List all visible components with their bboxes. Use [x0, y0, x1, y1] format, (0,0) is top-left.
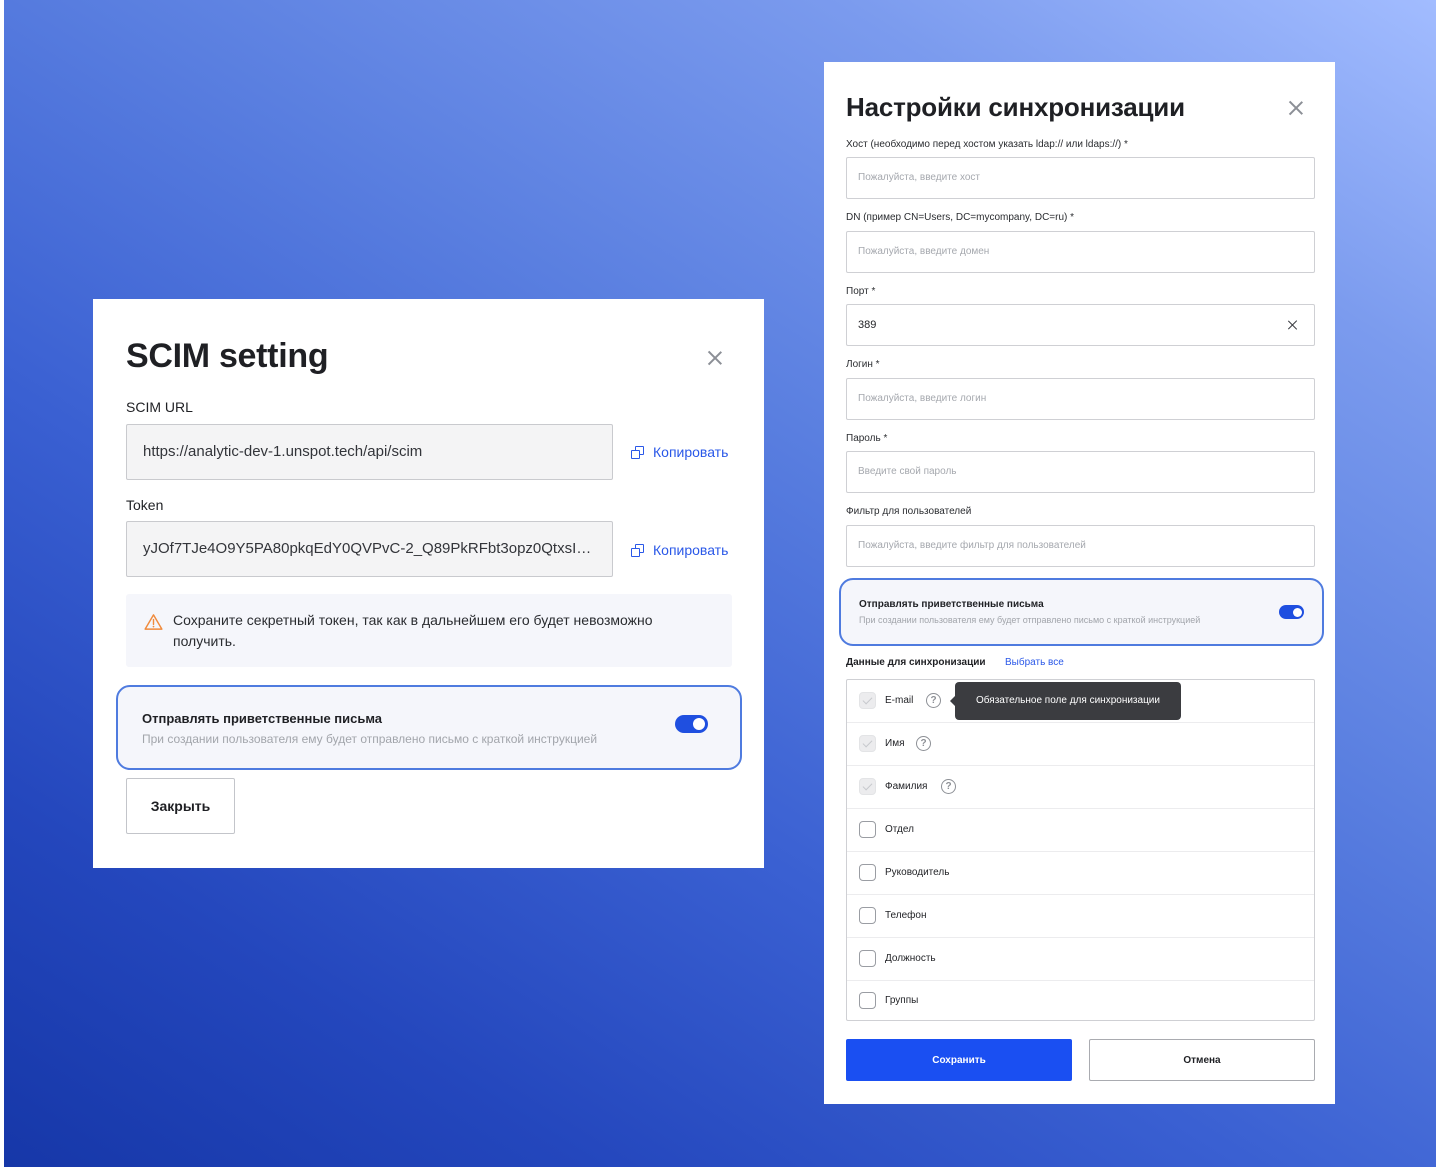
welcome-emails-option: Отправлять приветственные письма При соз… [116, 685, 742, 770]
close-button[interactable]: Закрыть [126, 778, 235, 834]
clear-icon[interactable] [1288, 320, 1298, 330]
manager-checkbox[interactable] [859, 864, 876, 881]
port-value: 389 [858, 319, 877, 331]
close-icon[interactable] [707, 350, 723, 366]
scim-url-field[interactable]: https://analytic-dev-1.unspot.tech/api/s… [126, 424, 613, 480]
department-checkbox[interactable] [859, 821, 876, 838]
host-input[interactable]: Пожалуйста, введите хост [846, 157, 1315, 199]
warning-icon [144, 614, 163, 630]
dn-input[interactable]: Пожалуйста, введите домен [846, 231, 1315, 273]
close-icon[interactable] [1288, 100, 1304, 116]
host-label: Хост (необходимо перед хостом указать ld… [846, 139, 1128, 150]
login-label: Логин * [846, 359, 880, 370]
checkbox-label: Имя [885, 738, 905, 749]
list-item: Группы [847, 980, 1314, 1023]
checkbox-label: Отдел [885, 824, 914, 835]
welcome-emails-title: Отправлять приветственные письма [859, 599, 1044, 610]
token-label: Token [126, 497, 164, 513]
scim-url-label: SCIM URL [126, 399, 193, 415]
checkbox-label: Руководитель [885, 867, 950, 878]
list-item: Должность [847, 938, 1314, 981]
checkbox-label: Фамилия [885, 781, 928, 792]
list-item: Телефон [847, 895, 1314, 938]
checkbox-label: Группы [885, 995, 919, 1006]
copy-url-label: Копировать [653, 444, 729, 460]
position-checkbox[interactable] [859, 950, 876, 967]
warning-text: Сохраните секретный токен, так как в дал… [173, 612, 653, 649]
copy-token-button[interactable]: Копировать [631, 542, 728, 558]
welcome-emails-subtitle: При создании пользователя ему будет отпр… [859, 615, 1201, 625]
required-field-tooltip: Обязательное поле для синхронизации [950, 682, 1181, 720]
help-icon[interactable]: ? [916, 736, 931, 751]
user-filter-input[interactable]: Пожалуйста, введите фильтр для пользоват… [846, 525, 1315, 567]
dn-label: DN (пример CN=Users, DC=mycompany, DC=ru… [846, 212, 1075, 223]
welcome-emails-subtitle: При создании пользователя ему будет отпр… [142, 732, 598, 746]
password-input[interactable]: Введите свой пароль [846, 451, 1315, 493]
select-all-link[interactable]: Выбрать все [1005, 657, 1064, 668]
port-input[interactable]: 389 [846, 304, 1315, 346]
welcome-emails-title: Отправлять приветственные письма [142, 711, 383, 726]
save-button[interactable]: Сохранить [846, 1039, 1072, 1081]
first-name-checkbox [859, 735, 876, 752]
token-field[interactable]: yJOf7TJe4O9Y5PA80pkqEdY0QVPvC-2_Q89PkRFb… [126, 521, 613, 577]
checkbox-label: Телефон [885, 910, 927, 921]
welcome-emails-toggle[interactable] [675, 715, 708, 733]
help-icon[interactable]: ? [926, 693, 941, 708]
scim-setting-dialog: SCIM setting SCIM URL https://analytic-d… [93, 299, 764, 868]
list-item: E-mail ? Обязательное поле для синхрониз… [847, 680, 1314, 723]
password-label: Пароль * [846, 433, 888, 444]
list-item: Фамилия ? [847, 766, 1314, 809]
scim-dialog-title: SCIM setting [126, 337, 329, 375]
copy-token-label: Копировать [653, 542, 729, 558]
copy-url-button[interactable]: Копировать [631, 444, 728, 460]
token-warning: Сохраните секретный токен, так как в дал… [126, 594, 732, 667]
checkbox-label: E-mail [885, 695, 914, 706]
login-input[interactable]: Пожалуйста, введите логин [846, 378, 1315, 420]
checkbox-label: Должность [885, 953, 936, 964]
last-name-checkbox [859, 778, 876, 795]
groups-checkbox[interactable] [859, 992, 876, 1009]
sync-dialog-title: Настройки синхронизации [846, 92, 1185, 122]
sync-fields-list: E-mail ? Обязательное поле для синхрониз… [846, 679, 1315, 1021]
email-checkbox [859, 692, 876, 709]
copy-icon [631, 445, 644, 459]
copy-icon [631, 543, 644, 557]
phone-checkbox[interactable] [859, 907, 876, 924]
cancel-button[interactable]: Отмена [1089, 1039, 1315, 1081]
port-label: Порт * [846, 286, 876, 297]
list-item: Имя ? [847, 723, 1314, 766]
welcome-emails-option: Отправлять приветственные письма При соз… [839, 578, 1324, 646]
sync-settings-dialog: Настройки синхронизации Хост (необходимо… [824, 62, 1335, 1104]
list-item: Отдел [847, 809, 1314, 852]
sync-data-label: Данные для синхронизации [846, 657, 986, 668]
help-icon[interactable]: ? [941, 779, 956, 794]
user-filter-label: Фильтр для пользователей [846, 506, 972, 517]
list-item: Руководитель [847, 852, 1314, 895]
welcome-emails-toggle[interactable] [1279, 605, 1304, 619]
